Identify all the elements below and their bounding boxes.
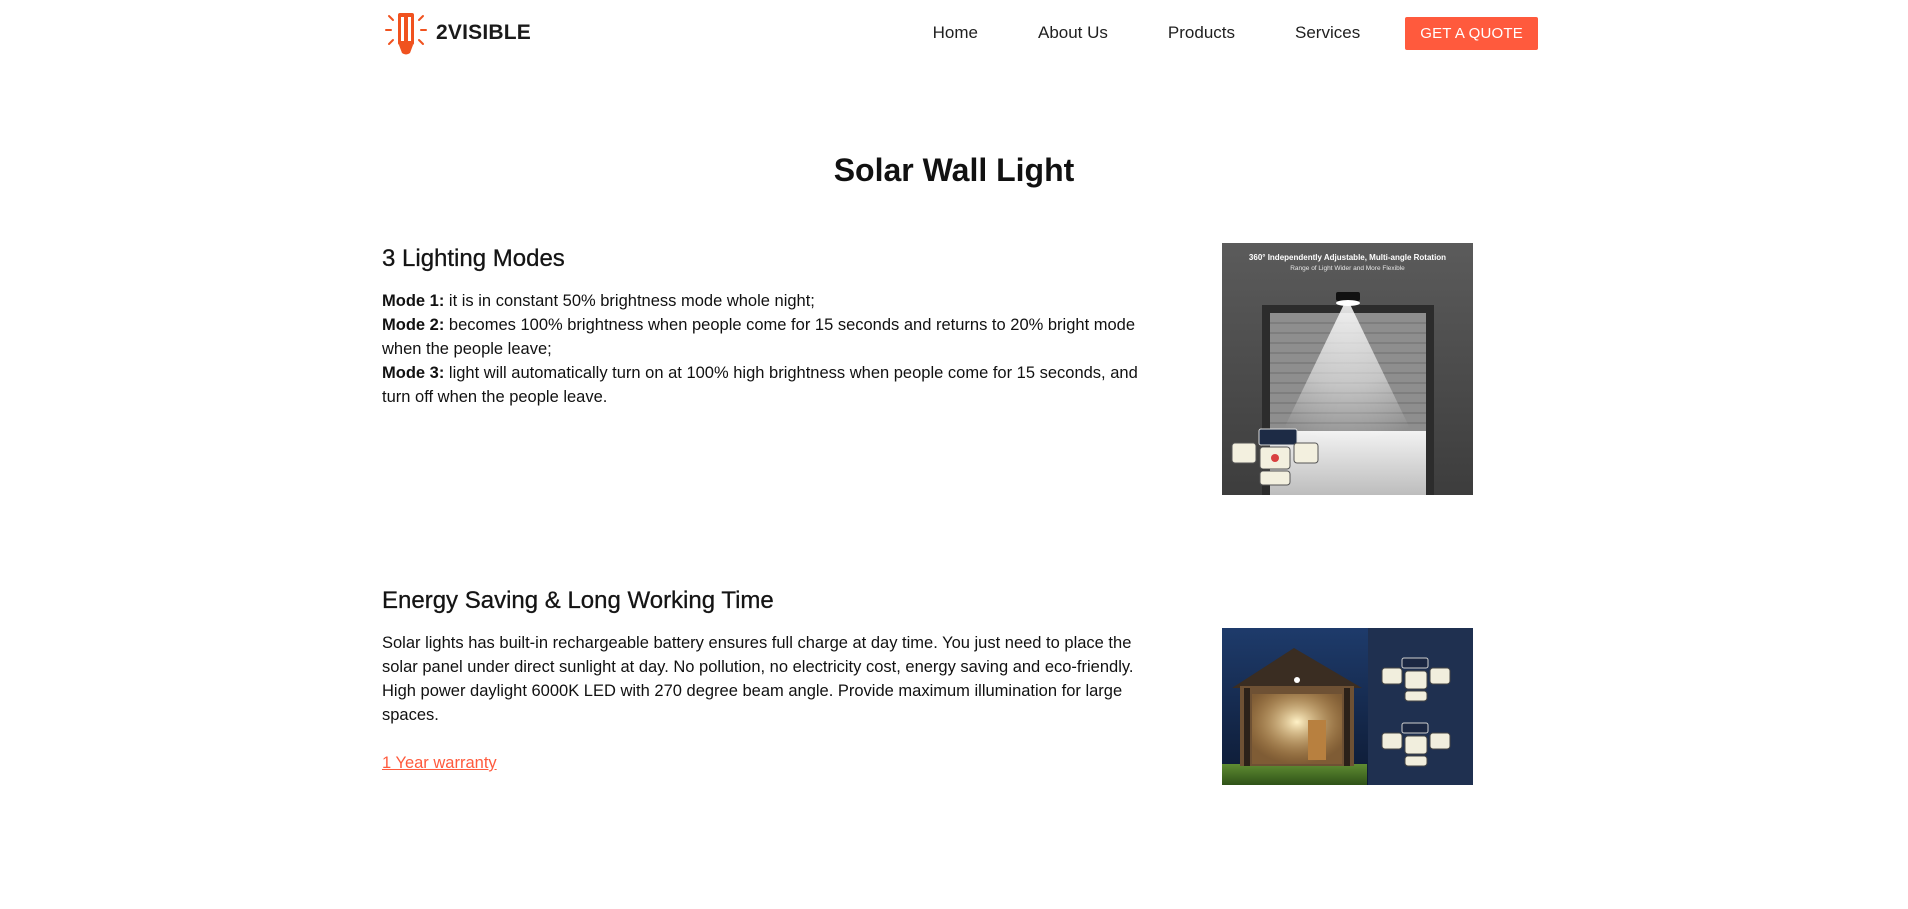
mode-3-text: light will automatically turn on at 100%… bbox=[382, 364, 1138, 406]
mode-2-label: Mode 2: bbox=[382, 316, 445, 334]
main-nav: Home About Us Products Services GET A QU… bbox=[933, 16, 1538, 50]
garage-solar-light-image: 360° Independently Adjustable, Multi-ang… bbox=[1222, 243, 1473, 495]
get-quote-button[interactable]: GET A QUOTE bbox=[1405, 16, 1538, 50]
image-caption-sub: Range of Light Wider and More Flexible bbox=[1290, 265, 1405, 272]
mode-1-text: it is in constant 50% brightness mode wh… bbox=[444, 292, 815, 310]
lighting-modes-heading: 3 Lighting Modes bbox=[382, 245, 565, 272]
nav-services-link[interactable]: Services bbox=[1295, 23, 1360, 43]
energy-saving-section: Energy Saving & Long Working Time Solar … bbox=[382, 585, 1473, 805]
page-title: Solar Wall Light bbox=[833, 152, 1075, 188]
energy-paragraph-1: Solar lights has built-in rechargeable b… bbox=[382, 634, 1134, 676]
energy-paragraph-2: High power daylight 6000K LED with 270 d… bbox=[382, 682, 1123, 724]
house-solar-light-image bbox=[1222, 628, 1473, 785]
image-caption-main: 360° Independently Adjustable, Multi-ang… bbox=[1249, 253, 1446, 262]
lighting-modes-section: 3 Lighting Modes Mode 1: it is in consta… bbox=[382, 243, 1473, 495]
logo[interactable]: 2VISIBLE bbox=[384, 10, 531, 56]
energy-saving-text: Energy Saving & Long Working Time Solar … bbox=[382, 585, 1152, 775]
mode-3-label: Mode 3: bbox=[382, 364, 445, 382]
nav-about-link[interactable]: About Us bbox=[1038, 23, 1108, 43]
lighting-modes-text: 3 Lighting Modes Mode 1: it is in consta… bbox=[382, 243, 1152, 409]
mode-2-text: becomes 100% brightness when people come… bbox=[382, 316, 1136, 358]
logo-text: 2VISIBLE bbox=[436, 21, 531, 44]
page: 2VISIBLE Home About Us Products Services… bbox=[0, 0, 1908, 909]
lighting-modes-description: Mode 1: it is in constant 50% brightness… bbox=[382, 289, 1152, 409]
energy-saving-description: Solar lights has built-in rechargeable b… bbox=[382, 631, 1152, 727]
garage-illustration: 360° Independently Adjustable, Multi-ang… bbox=[1222, 243, 1473, 495]
house-illustration bbox=[1222, 628, 1473, 785]
lamp-logo-icon bbox=[385, 13, 427, 55]
nav-home-link[interactable]: Home bbox=[933, 23, 978, 43]
mode-1-label: Mode 1: bbox=[382, 292, 445, 310]
site-header: 2VISIBLE Home About Us Products Services… bbox=[0, 0, 1908, 70]
warranty-link[interactable]: 1 Year warranty bbox=[382, 751, 497, 775]
nav-products-link[interactable]: Products bbox=[1168, 23, 1235, 43]
energy-saving-heading: Energy Saving & Long Working Time bbox=[382, 587, 774, 614]
